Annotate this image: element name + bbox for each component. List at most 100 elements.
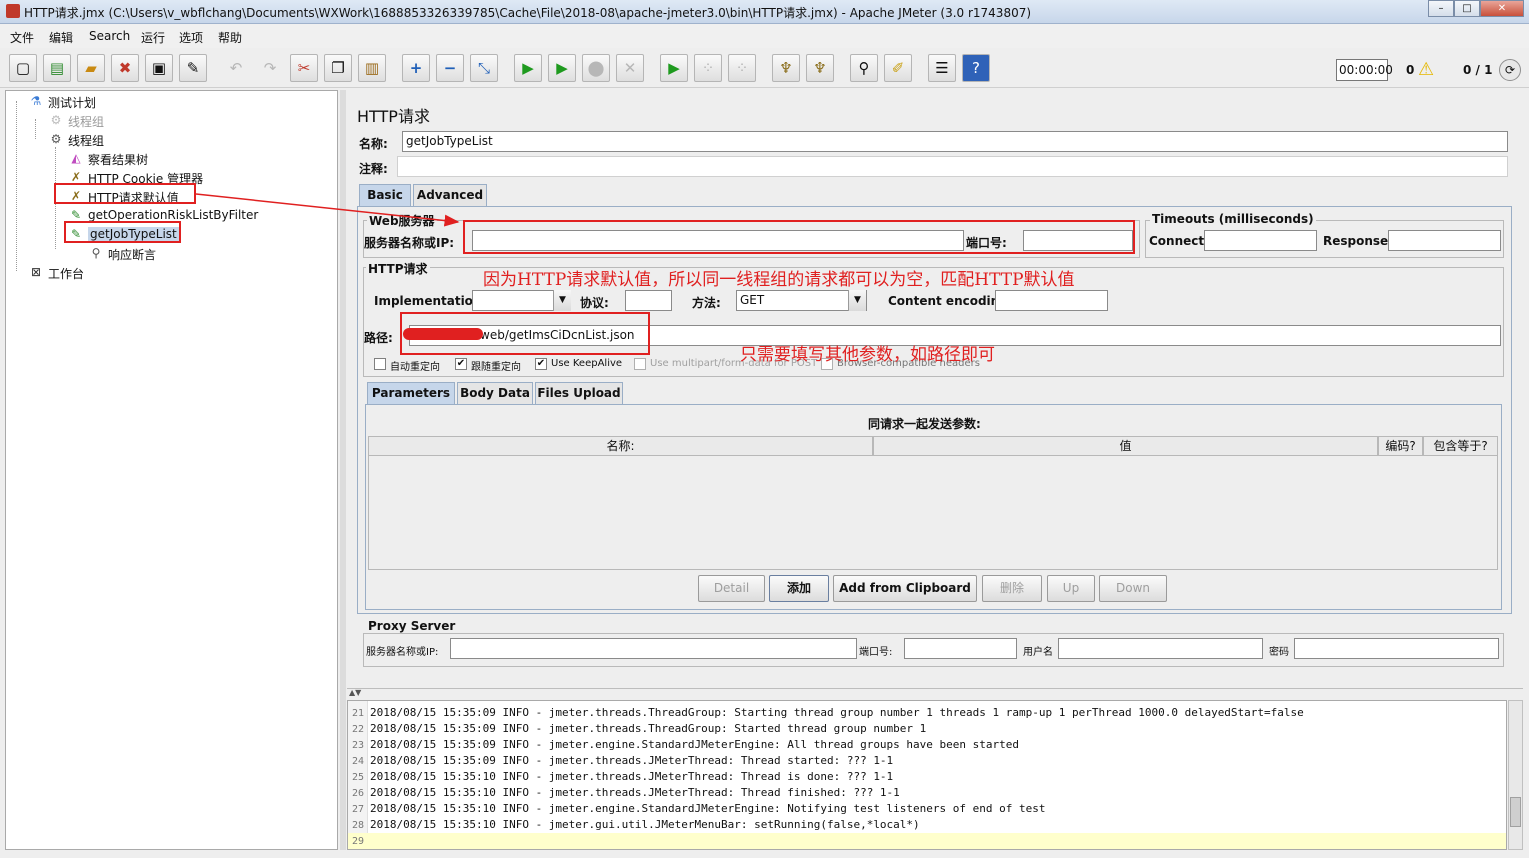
parameters-table[interactable] — [368, 436, 1498, 570]
name-label: 名称: — [359, 137, 388, 151]
stop-icon[interactable]: ⬤ — [582, 54, 610, 82]
chevron-down-icon[interactable]: ▼ — [848, 290, 866, 311]
start-no-pause-icon[interactable]: ▶ — [548, 54, 576, 82]
menu-file[interactable]: 文件 — [10, 29, 34, 46]
log-line: 24 2018/08/15 15:35:09 INFO - jmeter.thre… — [351, 754, 894, 767]
add-from-clipboard-button[interactable]: Add from Clipboard — [833, 575, 977, 602]
proxy-port-field[interactable] — [904, 638, 1017, 659]
menu-help[interactable]: 帮助 — [218, 29, 242, 46]
log-line: 28 2018/08/15 15:35:10 INFO - jmeter.gui.… — [351, 818, 920, 831]
menu-options[interactable]: 选项 — [179, 29, 203, 46]
toggle-icon[interactable]: ⤡ — [470, 54, 498, 82]
column-value[interactable]: 值 — [873, 436, 1378, 456]
timeouts-title: Timeouts (milliseconds) — [1150, 212, 1316, 226]
remote-start-icon[interactable]: ▶ — [660, 54, 688, 82]
tree-item-view-results-tree[interactable]: 察看结果树 — [88, 151, 148, 168]
help-icon[interactable]: ? — [962, 54, 990, 82]
name-field[interactable]: getJobTypeList — [402, 131, 1508, 152]
protocol-field[interactable] — [625, 290, 672, 311]
log-line: 25 2018/08/15 15:35:10 INFO - jmeter.thre… — [351, 770, 894, 783]
proxy-user-label: 用户名 — [1023, 647, 1053, 658]
save-icon[interactable]: ▣ — [145, 54, 173, 82]
close-file-icon[interactable]: ✖ — [111, 54, 139, 82]
collapse-icon[interactable]: − — [436, 54, 464, 82]
tab-files-upload[interactable]: Files Upload — [535, 382, 623, 404]
log-splitter[interactable]: ▲▼ — [347, 688, 1523, 698]
templates-icon[interactable]: ▤ — [43, 54, 71, 82]
chevron-down-icon[interactable]: ▼ — [553, 290, 571, 311]
tab-advanced[interactable]: Advanced — [413, 184, 487, 206]
tree-item-thread-group-disabled[interactable]: 线程组 — [68, 113, 104, 130]
annotation-box-web-server — [463, 220, 1135, 254]
test-plan-tree[interactable]: ⚗ 测试计划 ⚙ 线程组 ⚙ 线程组 ◭ 察看结果树 ✗ HTTP Cookie… — [5, 90, 338, 850]
close-button[interactable]: ✕ — [1480, 0, 1524, 17]
connect-timeout-field[interactable] — [1204, 230, 1317, 251]
tree-item-response-assertion[interactable]: 响应断言 — [108, 246, 156, 263]
comment-field[interactable] — [397, 156, 1508, 177]
minimize-button[interactable]: – — [1428, 0, 1454, 17]
redo-icon[interactable]: ↷ — [256, 54, 284, 82]
tab-basic[interactable]: Basic — [359, 184, 411, 206]
open-icon[interactable]: ▰ — [77, 54, 105, 82]
save-as-icon[interactable]: ✎ — [179, 54, 207, 82]
delete-button[interactable]: 删除 — [982, 575, 1042, 602]
tree-item-workbench[interactable]: 工作台 — [48, 265, 84, 282]
add-button[interactable]: 添加 — [769, 575, 829, 602]
copy-icon[interactable]: ❐ — [324, 54, 352, 82]
column-name[interactable]: 名称: — [368, 436, 873, 456]
proxy-server-field[interactable] — [450, 638, 857, 659]
paste-icon[interactable]: ▥ — [358, 54, 386, 82]
shutdown-icon[interactable]: ✕ — [616, 54, 644, 82]
proxy-password-field[interactable] — [1294, 638, 1499, 659]
up-button[interactable]: Up — [1047, 575, 1095, 602]
panel-splitter[interactable] — [340, 90, 346, 850]
log-scrollbar[interactable] — [1508, 700, 1523, 850]
gear-icon: ⚙ — [50, 113, 62, 127]
column-include-equals[interactable]: 包含等于? — [1423, 436, 1498, 456]
down-button[interactable]: Down — [1099, 575, 1167, 602]
column-encode[interactable]: 编码? — [1378, 436, 1423, 456]
follow-redirect-label: 跟随重定向 — [471, 362, 521, 373]
keepalive-checkbox[interactable]: ✔ — [535, 358, 547, 370]
function-helper-icon[interactable]: ☰ — [928, 54, 956, 82]
maximize-button[interactable]: □ — [1454, 0, 1480, 17]
start-icon[interactable]: ▶ — [514, 54, 542, 82]
auto-redirect-checkbox[interactable] — [374, 358, 386, 370]
annotation-note-path: 只需要填写其他参数，如路径即可 — [740, 345, 995, 365]
response-timeout-field[interactable] — [1388, 230, 1501, 251]
reset-search-icon[interactable]: ✐ — [884, 54, 912, 82]
menu-edit[interactable]: 编辑 — [49, 29, 73, 46]
content-encoding-field[interactable] — [995, 290, 1108, 311]
cut-icon[interactable]: ✂ — [290, 54, 318, 82]
log-scrollbar-thumb[interactable] — [1510, 797, 1521, 827]
expand-icon[interactable]: + — [402, 54, 430, 82]
log-panel[interactable]: 21 2018/08/15 15:35:09 INFO - jmeter.thre… — [347, 700, 1507, 850]
new-icon[interactable]: ▢ — [9, 54, 37, 82]
menu-run[interactable]: 运行 — [141, 29, 165, 46]
remote-shutdown-icon[interactable]: ⁘ — [728, 54, 756, 82]
tab-parameters[interactable]: Parameters — [367, 382, 455, 404]
warning-icon[interactable]: ⚠ — [1418, 59, 1440, 81]
toolbar: ▢ ▤ ▰ ✖ ▣ ✎ ↶ ↷ ✂ ❐ ▥ + − ⤡ ▶ ▶ ⬤ ✕ ▶ ⁘ … — [0, 48, 1529, 88]
search-icon[interactable]: ⚲ — [850, 54, 878, 82]
annotation-note-defaults: 因为HTTP请求默认值，所以同一线程组的请求都可以为空，匹配HTTP默认值 — [483, 270, 1075, 290]
window-title: HTTP请求.jmx (C:\Users\v_wbflchang\Documen… — [24, 6, 1032, 20]
clear-all-icon[interactable]: ♆ — [806, 54, 834, 82]
undo-icon[interactable]: ↶ — [222, 54, 250, 82]
follow-redirect-checkbox[interactable]: ✔ — [455, 358, 467, 370]
tree-item-test-plan[interactable]: 测试计划 — [48, 94, 96, 111]
multipart-checkbox[interactable] — [634, 358, 646, 370]
detail-button[interactable]: Detail — [698, 575, 765, 602]
tree-item-thread-group[interactable]: 线程组 — [68, 132, 104, 149]
log-line: 27 2018/08/15 15:35:10 INFO - jmeter.engi… — [351, 802, 1046, 815]
log-line: 22 2018/08/15 15:35:09 INFO - jmeter.thre… — [351, 722, 927, 735]
proxy-user-field[interactable] — [1058, 638, 1263, 659]
http-request-title: HTTP请求 — [366, 260, 430, 277]
tree-item-get-operation-risk[interactable]: getOperationRiskListByFilter — [88, 208, 258, 222]
remote-stop-icon[interactable]: ⁘ — [694, 54, 722, 82]
tree-line — [35, 119, 36, 139]
tab-body-data[interactable]: Body Data — [457, 382, 533, 404]
clear-icon[interactable]: ♆ — [772, 54, 800, 82]
menu-search[interactable]: Search — [89, 29, 130, 43]
keepalive-label: Use KeepAlive — [551, 358, 623, 369]
